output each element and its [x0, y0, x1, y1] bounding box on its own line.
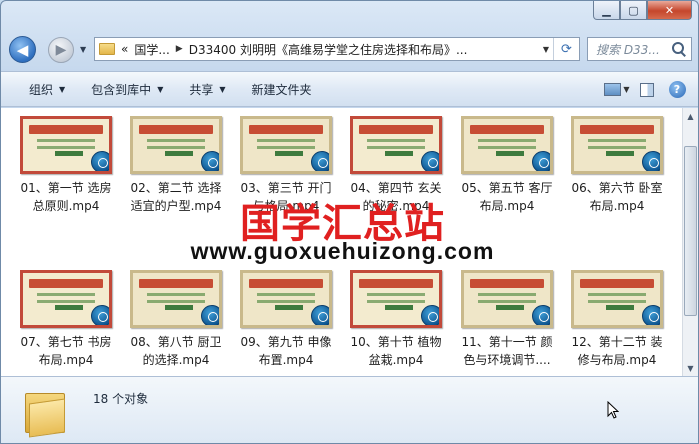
file-item[interactable]: 02、第二节 选择适宜的户型.mp4 — [126, 116, 226, 215]
video-thumbnail — [350, 270, 442, 328]
file-item[interactable]: 03、第三节 开门与格局.mp4 — [236, 116, 336, 215]
video-thumbnail — [240, 116, 332, 174]
caption-buttons: ▁ ▢ ✕ — [593, 1, 692, 21]
navigation-bar: ◀ ▶ ▼ « 国学... ▶ D33400 刘明明《高维易学堂之住房选择和布局… — [1, 31, 698, 67]
media-player-icon — [311, 305, 329, 325]
vertical-scrollbar[interactable]: ▲ ▼ — [682, 108, 698, 376]
organize-label: 组织 — [29, 82, 54, 97]
folder-icon — [25, 387, 69, 438]
help-button[interactable]: ? — [662, 76, 692, 103]
chevron-right-icon[interactable]: ▶ — [176, 44, 183, 54]
refresh-icon[interactable]: ⟳ — [553, 38, 579, 60]
address-path[interactable]: D33400 刘明明《高维易学堂之住房选择和布局》... — [189, 41, 539, 58]
help-icon: ? — [668, 81, 686, 98]
scroll-up-icon[interactable]: ▲ — [683, 108, 698, 124]
address-dropdown[interactable]: ▼ — [539, 45, 553, 54]
file-item[interactable]: 11、第十一节 颜色与环境调节.... — [457, 270, 557, 369]
media-player-icon — [311, 151, 329, 171]
video-thumbnail — [350, 116, 442, 174]
explorer-window: ▁ ▢ ✕ ◀ ▶ ▼ « 国学... ▶ D33400 刘明明《高维易学堂之住… — [0, 0, 699, 444]
video-thumbnail — [130, 270, 222, 328]
media-player-icon — [532, 305, 550, 325]
file-item[interactable]: 12、第十二节 装修与布局.mp4 — [567, 270, 667, 369]
media-player-icon — [201, 151, 219, 171]
object-count: 18 个对象 — [93, 392, 149, 406]
media-player-icon — [91, 151, 109, 171]
video-thumbnail — [571, 270, 663, 328]
media-player-icon — [421, 151, 439, 171]
video-thumbnail — [461, 270, 553, 328]
chevron-down-icon: ▼ — [623, 85, 630, 94]
minimize-button[interactable]: ▁ — [593, 1, 620, 20]
file-label: 05、第五节 客厅布局.mp4 — [461, 181, 553, 213]
video-thumbnail — [240, 270, 332, 328]
details-pane: 18 个对象 — [1, 376, 698, 443]
file-label: 11、第十一节 颜色与环境调节.... — [461, 335, 553, 367]
chevron-down-icon: ▼ — [219, 84, 226, 94]
file-item[interactable]: 08、第八节 厨卫的选择.mp4 — [126, 270, 226, 369]
chevron-down-icon: ▼ — [157, 84, 164, 94]
file-item[interactable]: 10、第十节 植物盆栽.mp4 — [346, 270, 446, 369]
close-button[interactable]: ✕ — [647, 1, 692, 20]
file-label: 12、第十二节 装修与布局.mp4 — [571, 335, 663, 367]
share-label: 共享 — [189, 82, 214, 97]
scrollbar-thumb[interactable] — [684, 146, 697, 316]
chevron-down-icon: ▼ — [59, 84, 66, 94]
maximize-button[interactable]: ▢ — [620, 1, 647, 20]
search-icon[interactable] — [670, 40, 688, 58]
scroll-down-icon[interactable]: ▼ — [683, 360, 698, 376]
file-item[interactable]: 06、第六节 卧室布局.mp4 — [567, 116, 667, 215]
address-root[interactable]: 国学... — [134, 41, 169, 58]
file-list: 01、第一节 选房总原则.mp4 02、第二节 选择适宜的户型.mp4 03、第三节… — [1, 108, 684, 376]
video-thumbnail — [20, 270, 112, 328]
preview-pane-icon — [640, 82, 654, 97]
file-label: 03、第三节 开门与格局.mp4 — [240, 181, 332, 213]
command-bar: 组织 ▼ 包含到库中 ▼ 共享 ▼ 新建文件夹 ▼ ? — [1, 71, 698, 107]
media-player-icon — [532, 151, 550, 171]
organize-button[interactable]: 组织 ▼ — [19, 75, 75, 103]
file-item[interactable]: 09、第九节 申像布置.mp4 — [236, 270, 336, 369]
file-item[interactable]: 05、第五节 客厅布局.mp4 — [457, 116, 557, 215]
video-thumbnail — [571, 116, 663, 174]
file-item[interactable]: 01、第一节 选房总原则.mp4 — [16, 116, 116, 215]
search-box[interactable]: 搜索 D33... — [587, 37, 692, 61]
view-icon — [604, 83, 622, 96]
back-arrow-icon[interactable]: ◀ — [9, 36, 36, 63]
change-view-button[interactable]: ▼ — [602, 76, 632, 103]
media-player-icon — [201, 305, 219, 325]
recent-pages-dropdown[interactable]: ▼ — [80, 45, 86, 54]
file-label: 10、第十节 植物盆栽.mp4 — [350, 335, 442, 367]
preview-pane-button[interactable] — [632, 76, 662, 103]
media-player-icon — [642, 305, 660, 325]
video-thumbnail — [461, 116, 553, 174]
include-library-button[interactable]: 包含到库中 ▼ — [81, 75, 173, 103]
watermark-url: www.guoxuehuizong.com — [190, 238, 495, 264]
include-library-label: 包含到库中 — [91, 82, 152, 97]
file-label: 07、第七节 书房布局.mp4 — [20, 335, 112, 367]
file-item[interactable]: 04、第四节 玄关的秘密.mp4 — [346, 116, 446, 215]
video-thumbnail — [20, 116, 112, 174]
file-label: 04、第四节 玄关的秘密.mp4 — [350, 181, 442, 213]
video-thumbnail — [130, 116, 222, 174]
toolbar-right: ▼ ? — [602, 76, 692, 103]
address-bar[interactable]: « 国学... ▶ D33400 刘明明《高维易学堂之住房选择和布局》... ▼… — [94, 37, 580, 61]
search-input[interactable]: 搜索 D33... — [596, 41, 670, 58]
file-label: 06、第六节 卧室布局.mp4 — [571, 181, 663, 213]
file-label: 01、第一节 选房总原则.mp4 — [20, 181, 112, 213]
media-player-icon — [642, 151, 660, 171]
new-folder-button[interactable]: 新建文件夹 — [242, 75, 322, 103]
file-label: 08、第八节 厨卫的选择.mp4 — [130, 335, 222, 367]
file-label: 02、第二节 选择适宜的户型.mp4 — [130, 181, 222, 213]
share-button[interactable]: 共享 ▼ — [179, 75, 235, 103]
folder-icon — [99, 43, 115, 55]
file-label: 09、第九节 申像布置.mp4 — [240, 335, 332, 367]
address-overflow[interactable]: « — [121, 42, 128, 56]
forward-arrow-icon[interactable]: ▶ — [48, 37, 74, 63]
new-folder-label: 新建文件夹 — [251, 82, 312, 97]
media-player-icon — [91, 305, 109, 325]
file-item[interactable]: 07、第七节 书房布局.mp4 — [16, 270, 116, 369]
media-player-icon — [421, 305, 439, 325]
